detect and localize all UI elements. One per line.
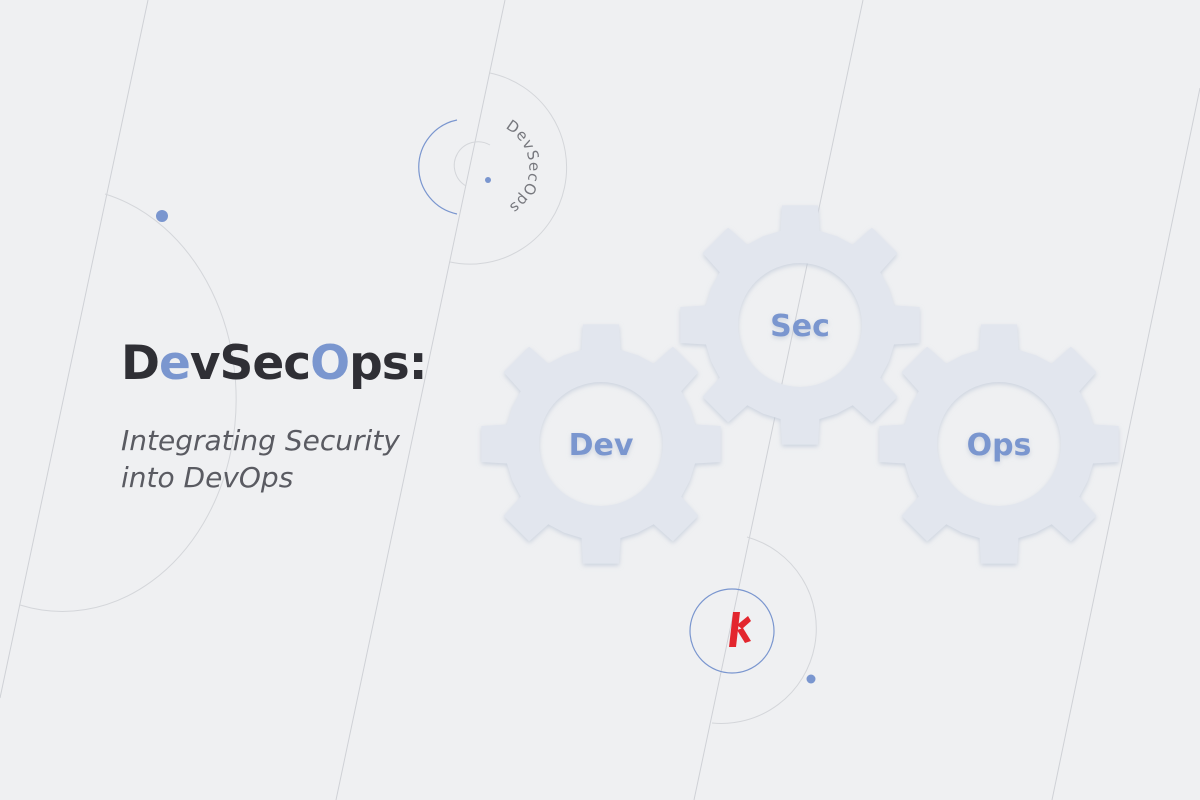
- gear-sec: Sec: [680, 205, 920, 445]
- decor-dot-left: [156, 210, 168, 222]
- decor-arc-left: [19, 193, 237, 612]
- gear-dev: Dev: [481, 324, 721, 564]
- title-part-2: e: [159, 336, 191, 391]
- gear-label-dev: Dev: [569, 428, 634, 463]
- logo-badge: [689, 536, 817, 724]
- title-part-1: D: [121, 336, 160, 391]
- title-part-5: ps:: [349, 336, 427, 391]
- title-part-4: O: [310, 336, 350, 391]
- devsecops-badge: DevSecOps: [418, 72, 568, 265]
- title-part-3: vSec: [189, 336, 311, 391]
- background-scene: DevSecOps Sec Dev Ops: [0, 0, 1200, 800]
- gear-label-ops: Ops: [967, 428, 1032, 463]
- gear-label-sec: Sec: [770, 309, 830, 344]
- gear-ops: Ops: [879, 324, 1119, 564]
- diagonal-lines: [0, 0, 1200, 800]
- badge-arc-text: DevSecOps: [503, 116, 544, 217]
- page-title: DevSecOps:: [121, 340, 428, 387]
- subtitle-line-1: Integrating Security: [121, 424, 400, 457]
- subtitle-line-2: into DevOps: [121, 461, 294, 494]
- page-subtitle: Integrating Security into DevOps: [121, 422, 400, 496]
